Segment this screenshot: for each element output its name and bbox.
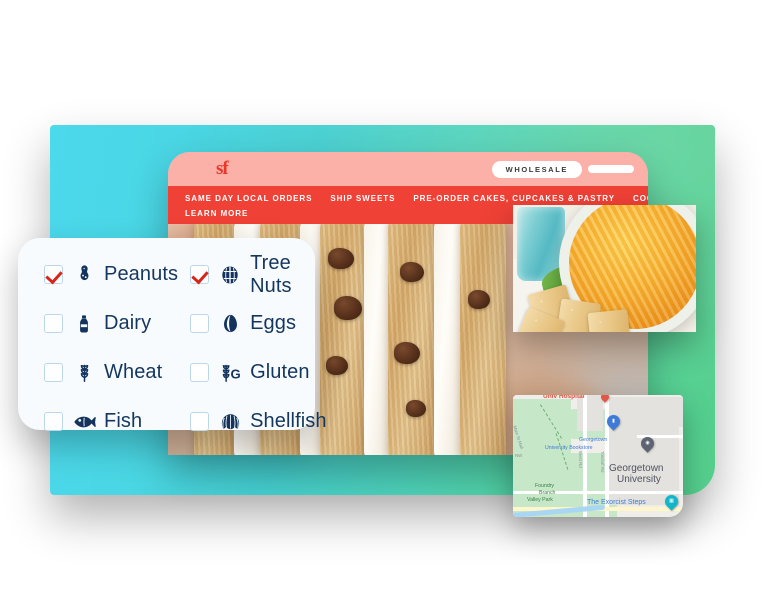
- cracker: [587, 308, 631, 332]
- nav-item-same-day[interactable]: SAME DAY LOCAL ORDERS: [176, 191, 321, 206]
- checkbox-tree-nuts[interactable]: [190, 265, 210, 284]
- map-label-bookstore-line2: University Bookstore: [545, 445, 593, 451]
- map-card[interactable]: ▮ ◉ ▦ Univ Hospital Georgetown Universit…: [513, 395, 683, 517]
- nav-item-ship-sweets[interactable]: SHIP SWEETS: [321, 191, 404, 206]
- map-label-university-line1: Georgetown: [609, 463, 664, 474]
- wheat-icon: [72, 361, 96, 385]
- map-block: [653, 397, 683, 427]
- checkbox-fish[interactable]: [44, 412, 63, 431]
- map-label-nw: NW: [515, 453, 523, 458]
- checkbox-peanuts[interactable]: [44, 265, 63, 284]
- allergen-label-eggs: Eggs: [250, 312, 297, 334]
- map-label-bookstore-line1: Georgetown: [579, 437, 608, 443]
- nav-row-primary: SAME DAY LOCAL ORDERS SHIP SWEETS PRE-OR…: [168, 191, 648, 206]
- svg-text:G: G: [230, 367, 240, 382]
- map-label-west-rd: West Rd: [578, 451, 583, 468]
- allergen-row-peanuts[interactable]: Peanuts: [18, 250, 178, 299]
- cheese-dip-photo: [513, 205, 696, 332]
- allergen-label-gluten: Gluten: [250, 361, 310, 383]
- map-label-park-line3: Valley Park: [527, 497, 553, 503]
- egg-icon: [218, 312, 242, 336]
- allergen-label-dairy: Dairy: [104, 312, 152, 334]
- allergen-filter-panel[interactable]: Peanuts Tree Nuts Dairy Eggs Wheat G Glu…: [18, 238, 326, 432]
- map-label-university-line2: University: [617, 474, 661, 485]
- fish-icon: [72, 410, 96, 434]
- gluten-icon: G: [218, 361, 242, 385]
- allergen-row-shellfish[interactable]: Shellfish: [178, 397, 327, 446]
- map-label-park-line2: Branch: [539, 490, 556, 496]
- milk-icon: [72, 312, 96, 336]
- allergen-label-tree-nuts: Tree Nuts: [250, 251, 292, 297]
- map-label-park-line1: Foundry: [535, 483, 555, 489]
- nav-item-preorder[interactable]: PRE-ORDER CAKES, CUPCAKES & PASTRY: [404, 191, 624, 206]
- allergen-label-wheat: Wheat: [104, 361, 163, 383]
- map-label-tondorf-rd: Tondorf Rd: [600, 451, 605, 473]
- allergen-row-eggs[interactable]: Eggs: [178, 299, 327, 348]
- secondary-pill-button[interactable]: [588, 165, 634, 173]
- checkbox-dairy[interactable]: [44, 314, 63, 333]
- allergen-label-peanuts: Peanuts: [104, 263, 179, 285]
- allergen-row-gluten[interactable]: G Gluten: [178, 348, 327, 397]
- peanut-icon: [72, 263, 96, 287]
- allergen-row-dairy[interactable]: Dairy: [18, 299, 178, 348]
- nav-item-cookie[interactable]: COOKIE: [624, 191, 648, 206]
- allergen-label-shellfish: Shellfish: [250, 410, 327, 432]
- walnut-icon: [218, 263, 242, 287]
- shellfish-icon: [218, 410, 242, 434]
- checkbox-wheat[interactable]: [44, 363, 63, 382]
- allergen-row-fish[interactable]: Fish: [18, 397, 178, 446]
- nav-item-learn-more[interactable]: LEARN MORE: [176, 206, 257, 221]
- wholesale-button[interactable]: WHOLESALE: [491, 160, 582, 178]
- allergen-grid: Peanuts Tree Nuts Dairy Eggs Wheat G Glu…: [18, 250, 326, 446]
- allergen-row-tree-nuts[interactable]: Tree Nuts: [178, 250, 327, 299]
- checkbox-shellfish[interactable]: [190, 412, 210, 431]
- site-topbar: sf WHOLESALE: [168, 152, 648, 186]
- map-label-exorcist-steps: The Exorcist Steps: [587, 499, 646, 506]
- checkbox-gluten[interactable]: [190, 363, 210, 382]
- allergen-label-fish: Fish: [104, 410, 143, 432]
- site-logo[interactable]: sf: [216, 158, 229, 180]
- map-label-hospital: Univ Hospital: [543, 395, 585, 400]
- checkbox-eggs[interactable]: [190, 314, 210, 333]
- allergen-row-wheat[interactable]: Wheat: [18, 348, 178, 397]
